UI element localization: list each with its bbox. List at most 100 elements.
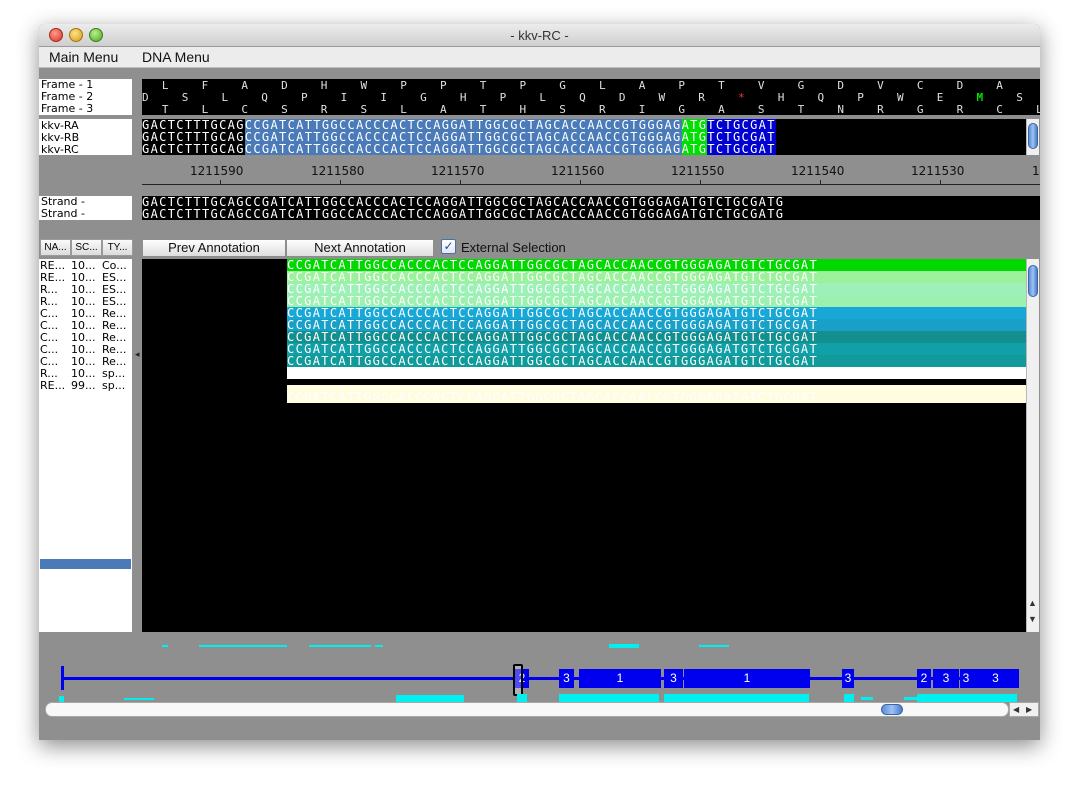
table-cell: R...: [40, 284, 58, 296]
table-cell: sp...: [102, 368, 126, 380]
table-cell: R...: [40, 368, 58, 380]
table-cell: 10...: [71, 332, 96, 344]
frame-labels: Frame - 1 Frame - 2 Frame - 3: [39, 79, 132, 115]
ruler-tick: 1211590: [190, 164, 244, 178]
table-row[interactable]: RE... 10... ES...: [40, 272, 132, 284]
table-cell: 99...: [71, 380, 96, 392]
viewport-marker[interactable]: [513, 664, 523, 696]
strand-labels: Strand - Strand -: [39, 196, 132, 220]
table-row[interactable]: C... 10... Re...: [40, 344, 132, 356]
prev-annotation-button[interactable]: Prev Annotation: [142, 239, 286, 257]
transcript-labels: kkv-RA kkv-RB kkv-RC: [39, 119, 132, 156]
table-cell: C...: [40, 320, 59, 332]
coordinate-ruler: 1211590 1211580 1211570 1211560 1211550 …: [142, 160, 1040, 190]
exon-block[interactable]: 3: [960, 669, 972, 688]
strand-label: Strand -: [41, 207, 85, 220]
scroll-thumb[interactable]: [1028, 123, 1038, 149]
table-cell: Re...: [102, 332, 127, 344]
table-cell: 10...: [71, 284, 96, 296]
scroll-thumb[interactable]: [881, 704, 903, 715]
column-header-score[interactable]: SC...: [71, 239, 102, 256]
utr-segment: GACTCTTTGCAG: [142, 142, 245, 155]
gene-overview[interactable]: 2313132333: [39, 636, 1040, 702]
table-cell: C...: [40, 356, 59, 368]
app-window: - kkv-RC - Main Menu DNA Menu Frame - 1 …: [39, 24, 1040, 740]
scroll-right-icon[interactable]: ▶: [1026, 703, 1032, 716]
strand-sequence[interactable]: GACTCTTTGCAGCCGATCATTGGCCACCCACTCCAGGATT…: [142, 196, 1040, 220]
splitter-handle-icon[interactable]: ◂: [135, 349, 140, 360]
table-cell: sp...: [102, 380, 126, 392]
transcript-row[interactable]: GACTCTTTGCAGCCGATCATTGGCCACCCACTCCAGGATT…: [142, 142, 776, 155]
ruler-tick: 1211530: [911, 164, 965, 178]
scroll-left-icon[interactable]: ◀: [1013, 703, 1019, 716]
annotation-feature[interactable]: CCGATCATTGGCCACCCACTCCAGGATTGGCGCTAGCACC…: [287, 385, 1026, 404]
transcript-scrollbar[interactable]: [1026, 119, 1039, 155]
external-selection-checkbox[interactable]: ✓: [441, 239, 456, 254]
frame-1-row: L F A D H W P P T P G L A P T V G D V C …: [142, 79, 1003, 92]
table-cell: 10...: [71, 296, 96, 308]
table-row[interactable]: C... 10... Re...: [40, 332, 132, 344]
table-row[interactable]: RE... 10... Co...: [40, 260, 132, 272]
exon-block[interactable]: 3: [842, 669, 854, 688]
table-row[interactable]: C... 10... Re...: [40, 320, 132, 332]
exon-block[interactable]: 2: [917, 669, 931, 688]
column-header-name[interactable]: NA...: [40, 239, 71, 256]
main-menu[interactable]: Main Menu: [49, 49, 118, 65]
table-row[interactable]: C... 10... Re...: [40, 308, 132, 320]
dna-menu[interactable]: DNA Menu: [142, 49, 210, 65]
ruler-tick: 1211560: [551, 164, 605, 178]
exon-block[interactable]: 3: [972, 669, 1019, 688]
frame-3-row: T L C S R S L A T H S R I G A S T N R G …: [142, 103, 1040, 115]
ruler-tick: 1211550: [671, 164, 725, 178]
exon-block[interactable]: 3: [559, 669, 574, 688]
table-cell: 10...: [71, 344, 96, 356]
transcript-track[interactable]: GACTCTTTGCAGCCGATCATTGGCCACCCACTCCAGGATT…: [142, 119, 1026, 155]
table-row[interactable]: C... 10... Re...: [40, 356, 132, 368]
annotation-scrollbar[interactable]: ▲ ▼: [1026, 259, 1039, 632]
annotation-feature[interactable]: CCGATCATTGGCCACCCACTCCAGGATTGGCGCTAGCACC…: [287, 367, 1026, 379]
table-row[interactable]: R... 10... sp...: [40, 368, 132, 380]
table-row[interactable]: RE... 99... sp...: [40, 380, 132, 392]
title-bar: - kkv-RC -: [39, 24, 1040, 47]
table-cell: C...: [40, 332, 59, 344]
table-cell: ES...: [102, 284, 127, 296]
horizontal-scrollbar[interactable]: [45, 702, 1009, 717]
scroll-arrows[interactable]: ◀ ▶: [1009, 702, 1039, 717]
strand-row: GACTCTTTGCAGCCGATCATTGGCCACCCACTCCAGGATT…: [142, 207, 785, 220]
transcript-label: kkv-RC: [41, 143, 79, 156]
table-cell: ES...: [102, 296, 127, 308]
table-cell: RE...: [40, 272, 66, 284]
scroll-thumb[interactable]: [1028, 265, 1038, 297]
annotation-table[interactable]: RE... 10... Co... RE... 10... ES... R... 10... E…: [39, 259, 132, 632]
column-header-type[interactable]: TY...: [102, 239, 133, 256]
table-cell: ES...: [102, 272, 127, 284]
frame-2-row: D S L Q P I I G H P L Q D W R * H Q P W …: [142, 91, 1023, 104]
table-cell: C...: [40, 308, 59, 320]
next-annotation-button[interactable]: Next Annotation: [286, 239, 434, 257]
cds-segment: TCTGCGAT: [707, 142, 776, 155]
scroll-up-icon[interactable]: ▲: [1028, 598, 1037, 608]
exon-block[interactable]: 3: [933, 669, 959, 688]
table-row[interactable]: R... 10... ES...: [40, 284, 132, 296]
table-cell: RE...: [40, 260, 66, 272]
annotation-tracks[interactable]: CCGATCATTGGCCACCCACTCCAGGATTGGCGCTAGCACC…: [142, 259, 1026, 632]
scroll-down-icon[interactable]: ▼: [1028, 614, 1037, 624]
translation-frames[interactable]: L F A D H W P P T P G L A P T V G D V C …: [142, 79, 1040, 115]
gene-line: [61, 677, 1017, 680]
table-cell: RE...: [40, 380, 66, 392]
exon-block[interactable]: 3: [664, 669, 683, 688]
menu-bar: Main Menu DNA Menu: [39, 47, 1040, 68]
exon-block[interactable]: 1: [579, 669, 661, 688]
exon-block[interactable]: 1: [684, 669, 810, 688]
table-cell: 10...: [71, 272, 96, 284]
table-row[interactable]: R... 10... ES...: [40, 296, 132, 308]
table-cell: C...: [40, 344, 59, 356]
table-cell: Re...: [102, 356, 127, 368]
start-codon-segment: ATG: [681, 142, 708, 155]
ruler-tick: 1211580: [311, 164, 365, 178]
table-cell: 10...: [71, 260, 96, 272]
ruler-tick: 1211570: [431, 164, 485, 178]
window-title: - kkv-RC -: [510, 28, 569, 43]
table-cell: 10...: [71, 320, 96, 332]
table-cell: 10...: [71, 308, 96, 320]
